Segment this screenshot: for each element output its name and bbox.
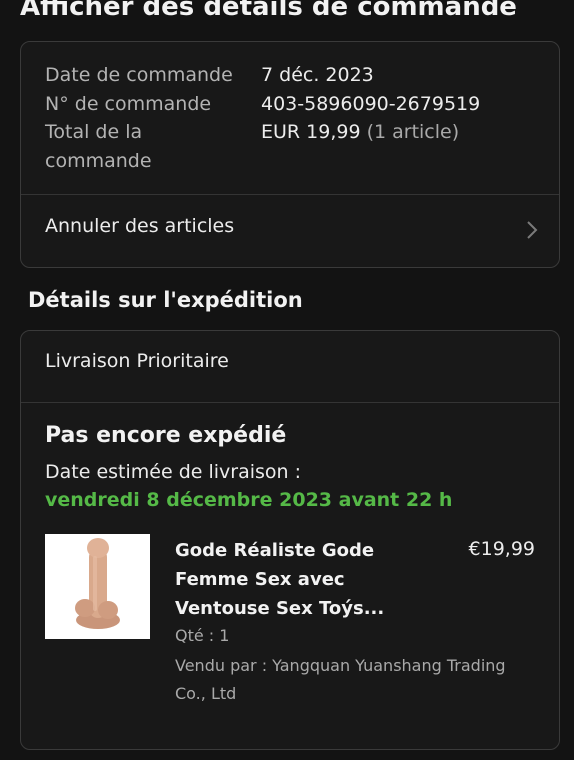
- delivery-estimate-date: vendredi 8 décembre 2023 avant 22 h: [45, 489, 453, 511]
- product-seller: Vendu par : Yangquan Yuanshang Trading C…: [175, 652, 545, 708]
- product-thumbnail-graphic: [75, 538, 120, 629]
- order-total-amount: EUR 19,99: [261, 121, 361, 143]
- order-date-value: 7 déc. 2023: [261, 64, 374, 86]
- order-summary-card: Date de commande 7 déc. 2023 N° de comma…: [20, 41, 560, 268]
- cancel-items-button[interactable]: Annuler des articles: [21, 195, 559, 267]
- shipping-method: Livraison Prioritaire: [45, 350, 229, 372]
- cancel-items-label: Annuler des articles: [45, 215, 235, 237]
- divider: [21, 402, 559, 403]
- shipping-section-title: Détails sur l'expédition: [28, 288, 303, 312]
- seller-line: Co., Ltd: [175, 684, 237, 703]
- seller-line: Vendu par : Yangquan Yuanshang Trading: [175, 656, 506, 675]
- order-item-count: (1 article): [360, 121, 460, 143]
- product-price: €19,99: [468, 538, 535, 560]
- order-details-page: Afficher des détails de commande Date de…: [0, 0, 574, 760]
- order-number-label: N° de commande: [45, 93, 212, 115]
- product-title-line: Femme Sex avec: [175, 569, 345, 590]
- order-total-value: EUR 19,99 (1 article): [261, 118, 459, 146]
- order-total-label-line1: Total de la: [45, 121, 143, 143]
- product-title-link[interactable]: Gode Réaliste Gode Femme Sex avec Ventou…: [175, 536, 425, 623]
- shipment-status: Pas encore expédié: [45, 423, 287, 448]
- order-number-value: 403-5896090-2679519: [261, 93, 481, 115]
- product-title-line: Ventouse Sex Toýs...: [175, 598, 385, 619]
- delivery-estimate-label: Date estimée de livraison :: [45, 461, 302, 483]
- product-title-line: Gode Réaliste Gode: [175, 540, 375, 561]
- product-quantity: Qté : 1: [175, 626, 230, 645]
- shipping-card: Livraison Prioritaire Pas encore expédié…: [20, 330, 560, 750]
- order-date-label: Date de commande: [45, 64, 233, 86]
- order-total-label-line2: commande: [45, 150, 152, 172]
- product-image[interactable]: [45, 534, 150, 639]
- page-title: Afficher des détails de commande: [20, 0, 517, 22]
- chevron-right-icon: [527, 221, 538, 239]
